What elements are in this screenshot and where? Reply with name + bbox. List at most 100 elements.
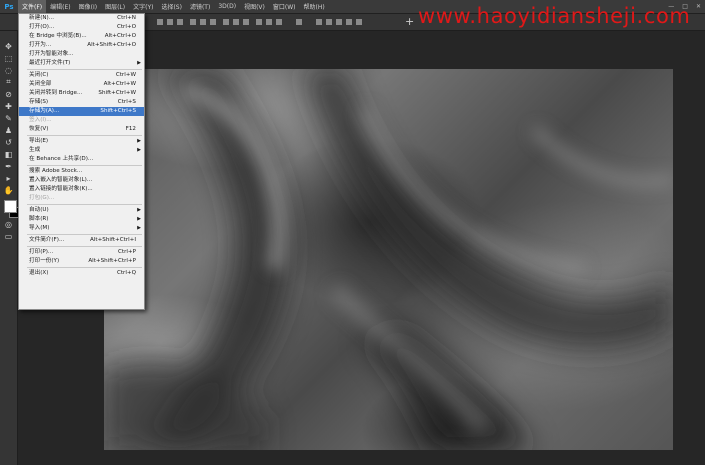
file-menu-item[interactable]: 文件简介(F)... Alt+Shift+Ctrl+I: [19, 236, 144, 245]
align-bottom-icon[interactable]: [210, 19, 216, 25]
foreground-color-swatch[interactable]: [4, 200, 17, 213]
align-left-icon[interactable]: [157, 19, 163, 25]
file-menu-item[interactable]: 生成 ▶: [19, 146, 144, 155]
move-tool-icon[interactable]: ✥: [3, 41, 14, 51]
menu-5[interactable]: 选择(S): [157, 0, 186, 13]
distribute-left-icon[interactable]: [256, 19, 262, 25]
file-menu-item[interactable]: 置入链接的智能对象(K)...: [19, 185, 144, 194]
history-brush-icon[interactable]: ↺: [3, 137, 14, 147]
menu-0[interactable]: 文件(F): [18, 0, 47, 13]
file-menu-item[interactable]: 在 Behance 上共享(D)...: [19, 155, 144, 164]
file-menu-item-shortcut: Shift+Ctrl+W: [98, 90, 136, 96]
file-menu-item[interactable]: 最近打开文件(T) ▶: [19, 59, 144, 68]
file-menu-item[interactable]: 打开为... Alt+Shift+Ctrl+O: [19, 41, 144, 50]
add-icon[interactable]: +: [405, 15, 414, 28]
menu-separator: [27, 246, 142, 247]
align-right-icon[interactable]: [177, 19, 183, 25]
menu-2[interactable]: 图像(I): [75, 0, 101, 13]
menu-1[interactable]: 编辑(E): [46, 0, 74, 13]
file-menu-item[interactable]: 存储(S) Ctrl+S: [19, 98, 144, 107]
file-menu-item[interactable]: 关闭并转到 Bridge... Shift+Ctrl+W: [19, 89, 144, 98]
menu-6[interactable]: 滤镜(T): [186, 0, 214, 13]
pen-tool-icon[interactable]: ✒: [3, 161, 14, 171]
file-menu-item[interactable]: 关闭全部 Alt+Ctrl+W: [19, 80, 144, 89]
3d-rotate-icon[interactable]: [316, 19, 322, 25]
file-menu-item[interactable]: 导入(M) ▶: [19, 224, 144, 233]
distribute-right-icon[interactable]: [276, 19, 282, 25]
menu-separator: [27, 234, 142, 235]
photoshop-logo: Ps: [4, 2, 14, 11]
file-menu-item-label: 打印一份(Y): [29, 258, 60, 264]
file-menu-item[interactable]: 关闭(C) Ctrl+W: [19, 71, 144, 80]
close-icon[interactable]: ✕: [696, 3, 701, 10]
distribute-top-icon[interactable]: [223, 19, 229, 25]
file-menu-item-shortcut: Alt+Shift+Ctrl+O: [87, 42, 136, 48]
file-menu-item[interactable]: 打印(P)... Ctrl+P: [19, 248, 144, 257]
file-menu-item-label: 打开为智能对象...: [29, 51, 74, 57]
distribute-middle-icon[interactable]: [233, 19, 239, 25]
distribute-bottom-icon[interactable]: [243, 19, 249, 25]
file-menu-item-label: 存储(S): [29, 99, 49, 105]
menu-10[interactable]: 帮助(H): [300, 0, 329, 13]
align-top-icon[interactable]: [190, 19, 196, 25]
file-menu-item-shortcut: Alt+Shift+Ctrl+I: [90, 237, 136, 243]
file-menu-item-shortcut: Ctrl+Q: [116, 270, 136, 276]
menu-4[interactable]: 文字(Y): [129, 0, 157, 13]
3d-slide-icon[interactable]: [346, 19, 352, 25]
file-menu-item-shortcut: Ctrl+W: [115, 72, 136, 78]
eyedropper-tool-icon[interactable]: ⊘: [3, 89, 14, 99]
file-menu-item-shortcut: Alt+Shift+Ctrl+P: [88, 258, 136, 264]
marquee-tool-icon[interactable]: ⬚: [3, 53, 14, 63]
quick-mask-icon[interactable]: ◎: [3, 219, 14, 229]
file-menu-item[interactable]: 打开(O)... Ctrl+O: [19, 23, 144, 32]
watermark-url: www.haoyidiansheji.com: [418, 4, 691, 28]
file-menu-item-shortcut: Ctrl+O: [116, 24, 136, 30]
file-menu-item-label: 导入(M): [29, 225, 50, 231]
file-menu-item[interactable]: 恢复(V) F12: [19, 125, 144, 134]
file-menu-item-label: 签入(I)...: [29, 117, 52, 123]
file-menu-item[interactable]: 置入嵌入的智能对象(L)...: [19, 176, 144, 185]
file-menu-item[interactable]: 打印一份(Y) Alt+Shift+Ctrl+P: [19, 257, 144, 266]
file-menu-item[interactable]: 打开为智能对象...: [19, 50, 144, 59]
3d-scale-icon[interactable]: [356, 19, 362, 25]
file-menu-item-shortcut: Shift+Ctrl+S: [100, 108, 136, 114]
file-menu-item-label: 置入链接的智能对象(K)...: [29, 186, 93, 192]
3d-drag-icon[interactable]: [336, 19, 342, 25]
crop-tool-icon[interactable]: ⌗: [3, 77, 14, 87]
file-menu-item[interactable]: 存储为(A)... Shift+Ctrl+S: [19, 107, 144, 116]
file-menu-item[interactable]: 搜索 Adobe Stock...: [19, 167, 144, 176]
path-select-icon[interactable]: ▸: [3, 173, 14, 183]
file-menu-item[interactable]: 在 Bridge 中浏览(B)... Alt+Ctrl+O: [19, 32, 144, 41]
file-menu-item-shortcut: Ctrl+N: [117, 15, 136, 21]
submenu-arrow-icon: ▶: [137, 225, 141, 231]
screen-mode-icon[interactable]: ▭: [3, 231, 14, 241]
file-menu-item-label: 最近打开文件(T): [29, 60, 71, 66]
3d-roll-icon[interactable]: [326, 19, 332, 25]
eraser-tool-icon[interactable]: ◧: [3, 149, 14, 159]
align-middle-icon[interactable]: [200, 19, 206, 25]
file-menu-item-label: 文件简介(F)...: [29, 237, 65, 243]
file-menu-item-shortcut: Alt+Ctrl+W: [103, 81, 136, 87]
file-menu-item[interactable]: 脚本(R) ▶: [19, 215, 144, 224]
clone-stamp-icon[interactable]: ♟: [3, 125, 14, 135]
file-menu-item-label: 新建(N)...: [29, 15, 55, 21]
distribute-center-icon[interactable]: [266, 19, 272, 25]
file-menu-item-shortcut: F12: [125, 126, 136, 132]
auto-align-icon[interactable]: [296, 19, 302, 25]
file-menu-item-label: 退出(X): [29, 270, 49, 276]
file-menu-item[interactable]: 自动(U) ▶: [19, 206, 144, 215]
file-menu-item[interactable]: 导出(E) ▶: [19, 137, 144, 146]
file-menu-item[interactable]: 退出(X) Ctrl+Q: [19, 269, 144, 278]
lasso-tool-icon[interactable]: ◌: [3, 65, 14, 75]
file-menu-item[interactable]: 新建(N)... Ctrl+N: [19, 14, 144, 23]
menu-7[interactable]: 3D(D): [214, 0, 240, 13]
menu-9[interactable]: 窗口(W): [269, 0, 300, 13]
brush-tool-icon[interactable]: ✎: [3, 113, 14, 123]
file-menu-item-label: 存储为(A)...: [29, 108, 60, 114]
document-canvas[interactable]: [104, 69, 673, 450]
healing-brush-icon[interactable]: ✚: [3, 101, 14, 111]
menu-3[interactable]: 图层(L): [101, 0, 129, 13]
menu-8[interactable]: 视图(V): [240, 0, 269, 13]
hand-tool-icon[interactable]: ✋: [3, 185, 14, 195]
align-center-icon[interactable]: [167, 19, 173, 25]
